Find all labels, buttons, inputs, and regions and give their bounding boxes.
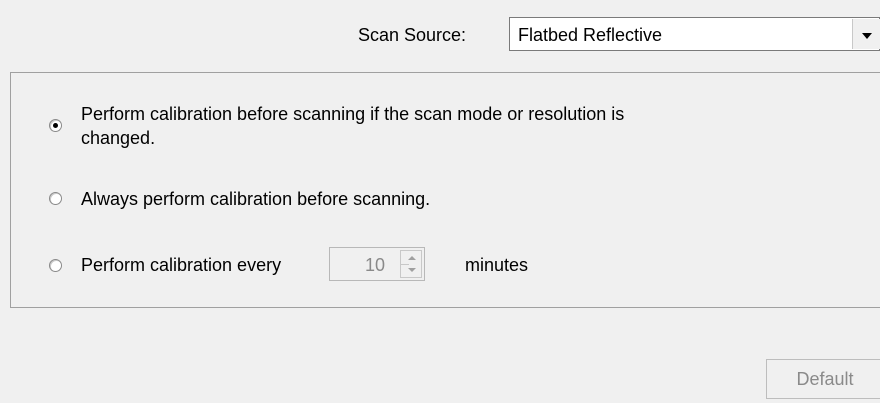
interval-value: 10	[365, 255, 386, 275]
radio-always-calibrate[interactable]	[49, 192, 62, 205]
option-always-calibrate: Always perform calibration before scanni…	[81, 189, 431, 209]
scan-source-value: Flatbed Reflective	[518, 25, 663, 45]
interval-unit-label: minutes	[465, 255, 529, 275]
default-button[interactable]: Default	[766, 359, 880, 399]
option-calibrate-every: Perform calibration every	[81, 255, 282, 275]
radio-calibrate-every[interactable]	[49, 259, 62, 272]
scan-source-label: Scan Source:	[358, 25, 467, 45]
option-calibrate-on-change-line1: Perform calibration before scanning if t…	[81, 104, 625, 124]
chevron-down-icon	[861, 24, 873, 45]
radio-calibrate-on-change[interactable]	[49, 119, 62, 132]
spinner-down-icon[interactable]	[408, 268, 416, 272]
option-calibrate-on-change-line2: changed.	[81, 128, 156, 148]
scan-source-dropdown[interactable]: Flatbed Reflective	[509, 17, 880, 51]
dropdown-arrow-button[interactable]	[852, 19, 880, 49]
interval-spinner[interactable]: 10	[329, 247, 425, 281]
spinner-up-icon[interactable]	[408, 256, 416, 260]
spinner-buttons[interactable]	[400, 250, 422, 278]
spinner-divider	[401, 264, 409, 265]
